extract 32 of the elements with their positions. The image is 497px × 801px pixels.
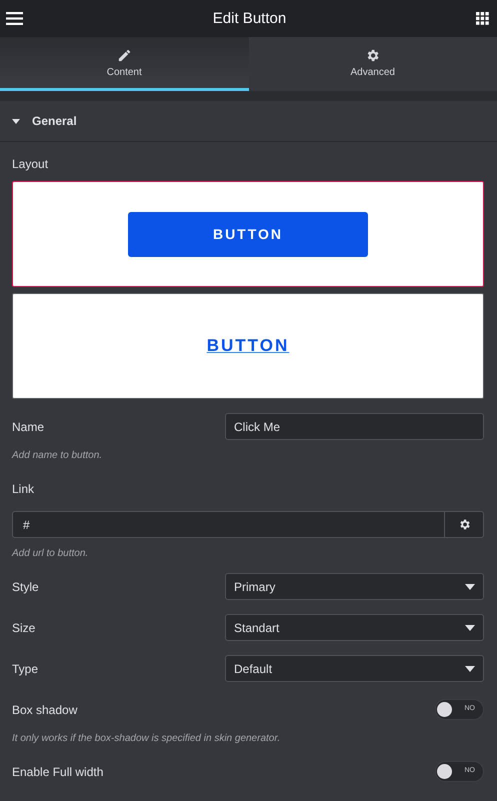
panel-title: Edit Button (212, 10, 286, 27)
field-label: Layout (12, 157, 50, 171)
field-label: Style (12, 580, 39, 594)
url-field[interactable]: # (12, 511, 445, 538)
help-text: It only works if the box-shadow is specified in skin generator. (12, 733, 282, 744)
link-options-button[interactable] (445, 511, 484, 538)
dropdown[interactable]: Standart (225, 614, 484, 641)
field-label: Type (12, 662, 38, 676)
field-label: Box shadow (12, 702, 78, 716)
caret-icon (12, 118, 20, 124)
pencil-icon (116, 48, 132, 62)
help-text: Add url to button. (12, 548, 90, 559)
dropdown[interactable]: Default (225, 655, 484, 682)
field-label: Enable Full width (12, 764, 104, 778)
caret-icon (465, 624, 475, 630)
name-field[interactable]: Click Me (225, 413, 484, 440)
caret-icon (465, 666, 475, 672)
layout-option[interactable]: BUTTON (12, 293, 484, 399)
link-preview: BUTTON (206, 336, 290, 356)
dropdown[interactable]: Primary (225, 573, 484, 600)
field-label: Name (12, 420, 44, 434)
menu-icon[interactable] (6, 12, 23, 25)
settings-icon (365, 48, 380, 62)
layout-option[interactable]: BUTTON (12, 181, 484, 287)
field-label: Link (12, 482, 34, 496)
settings-icon (458, 518, 470, 531)
caret-icon (465, 584, 475, 590)
field-label: Size (12, 620, 36, 634)
button-preview: BUTTON (128, 212, 368, 256)
help-text: Add name to button. (12, 450, 104, 461)
grid-icon[interactable] (476, 12, 489, 25)
tab[interactable]: Content (0, 37, 248, 91)
